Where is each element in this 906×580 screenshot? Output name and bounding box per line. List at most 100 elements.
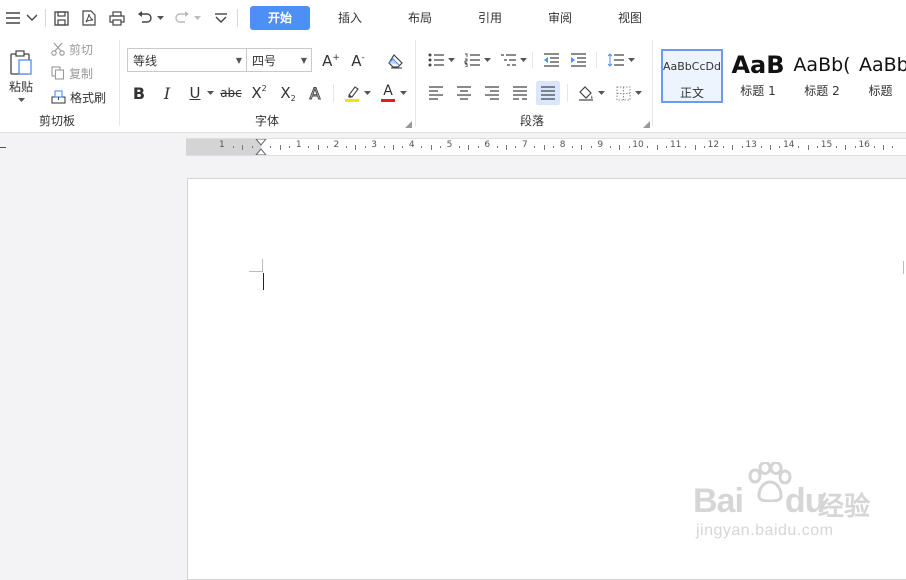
font-size-select[interactable]: 四号 ▼	[246, 48, 312, 72]
shrink-font-button[interactable]: A-	[347, 50, 369, 72]
export-pdf-icon[interactable]	[79, 8, 99, 28]
clipboard-group-label: 剪切板	[38, 114, 75, 128]
ruler-tick	[647, 146, 649, 148]
menu-icon[interactable]	[4, 8, 22, 28]
borders-button[interactable]	[613, 82, 633, 104]
divider	[567, 84, 568, 102]
line-spacing-button[interactable]	[606, 50, 626, 70]
margin-corner-mark	[903, 261, 904, 274]
superscript-button[interactable]: X2	[248, 82, 270, 104]
paste-button[interactable]: 粘贴	[6, 46, 36, 106]
line-spacing-dropdown-icon[interactable]	[626, 50, 636, 70]
baidu-watermark: Bai du 经验 jingyan.baidu.com	[693, 462, 893, 552]
decrease-indent-icon	[544, 53, 559, 67]
bullet-dropdown-icon[interactable]	[446, 50, 456, 70]
align-left-button[interactable]	[426, 82, 446, 104]
ruler-tick	[458, 146, 460, 148]
ruler-tick	[694, 144, 696, 150]
horizontal-ruler[interactable]: 1 1 2 3 4 5 6 7 8 9 10 11 12 13 14 15 16	[186, 138, 906, 156]
ruler-tick	[656, 144, 658, 150]
divider	[652, 40, 653, 126]
style-normal[interactable]: AaBbCcDd 正文	[661, 49, 723, 103]
tab-view[interactable]: 视图	[605, 6, 655, 30]
divider	[45, 9, 46, 27]
text-effect-button[interactable]: A	[304, 82, 326, 104]
font-color-button[interactable]: A	[378, 82, 398, 104]
grow-font-button[interactable]: A +	[320, 50, 342, 72]
eraser-icon	[388, 54, 403, 69]
font-dialog-launcher-icon[interactable]	[404, 120, 412, 128]
underline-dropdown-icon[interactable]	[205, 82, 215, 104]
copy-button[interactable]: 复制	[51, 64, 93, 82]
subscript-marker-icon: 2	[290, 93, 296, 103]
divider	[415, 40, 416, 126]
ruler-tick	[345, 146, 347, 148]
ruler-number: 2	[333, 140, 340, 150]
format-painter-button[interactable]: 格式刷	[51, 88, 106, 106]
numbered-dropdown-icon[interactable]	[482, 50, 492, 70]
ruler-tick	[873, 146, 875, 148]
multilevel-list-button[interactable]	[498, 50, 518, 70]
italic-button[interactable]: I	[157, 82, 177, 104]
clear-format-button[interactable]	[385, 50, 407, 72]
subscript-label: X	[280, 84, 291, 102]
borders-icon	[616, 86, 630, 100]
tab-layout[interactable]: 布局	[395, 6, 445, 30]
ruler-tick	[534, 146, 536, 148]
margin-corner-mark	[249, 271, 263, 272]
subscript-button[interactable]: X2	[277, 82, 299, 104]
watermark-brand: Bai	[693, 482, 744, 520]
copy-icon	[51, 66, 65, 80]
paste-icon	[10, 49, 32, 75]
print-icon[interactable]	[107, 8, 127, 28]
strikethrough-button[interactable]: abc	[219, 82, 243, 104]
increase-indent-icon	[571, 53, 586, 67]
align-center-button[interactable]	[454, 82, 474, 104]
tab-insert[interactable]: 插入	[325, 6, 375, 30]
shading-dropdown-icon[interactable]	[596, 82, 606, 104]
undo-icon[interactable]	[136, 8, 154, 28]
shading-button[interactable]	[576, 82, 596, 104]
distribute-button[interactable]	[510, 82, 530, 104]
numbered-list-button[interactable]	[462, 50, 482, 70]
highlight-button[interactable]	[342, 82, 362, 104]
undo-dropdown-icon[interactable]	[155, 8, 165, 28]
decrease-indent-button[interactable]	[541, 50, 561, 70]
customize-toolbar-icon[interactable]	[212, 8, 230, 28]
save-icon[interactable]	[51, 8, 71, 28]
align-right-button[interactable]	[482, 82, 502, 104]
borders-dropdown-icon[interactable]	[633, 82, 643, 104]
style-title[interactable]: AaBb 标题	[855, 49, 906, 103]
style-heading-2[interactable]: AaBb( 标题 2	[791, 49, 853, 103]
bold-button[interactable]: B	[129, 82, 149, 104]
ruler-tick	[468, 144, 470, 150]
paragraph-dialog-launcher-icon[interactable]	[642, 120, 650, 128]
highlight-dropdown-icon[interactable]	[362, 82, 372, 104]
font-family-value: 等线	[133, 53, 158, 68]
distribute-icon	[513, 86, 527, 100]
paste-dropdown-icon[interactable]	[17, 97, 25, 103]
ruler-tick	[477, 146, 479, 148]
multilevel-dropdown-icon[interactable]	[518, 50, 528, 70]
underline-button[interactable]: U	[185, 82, 205, 104]
font-color-dropdown-icon[interactable]	[398, 82, 408, 104]
tab-references[interactable]: 引用	[465, 6, 515, 30]
ruler-tick	[854, 146, 856, 148]
chevron-down-icon[interactable]	[24, 8, 40, 28]
redo-icon[interactable]	[173, 8, 191, 28]
font-family-select[interactable]: 等线 ▼	[127, 48, 247, 72]
indent-marker-icon[interactable]	[255, 139, 267, 155]
ruler-number: 15	[820, 140, 833, 150]
style-heading-1[interactable]: AaB 标题 1	[727, 49, 789, 103]
ruler-tick	[506, 144, 508, 150]
increase-indent-button[interactable]	[568, 50, 588, 70]
cut-button[interactable]: 剪切	[51, 40, 93, 58]
tab-home[interactable]: 开始	[250, 6, 310, 30]
bullet-list-button[interactable]	[426, 50, 446, 70]
justify-button[interactable]	[536, 81, 560, 105]
redo-dropdown-icon[interactable]	[192, 8, 202, 28]
tab-review[interactable]: 审阅	[535, 6, 585, 30]
style-name: 标题 1	[740, 84, 776, 98]
cut-label: 剪切	[69, 42, 94, 57]
ruler-tick	[628, 146, 630, 148]
